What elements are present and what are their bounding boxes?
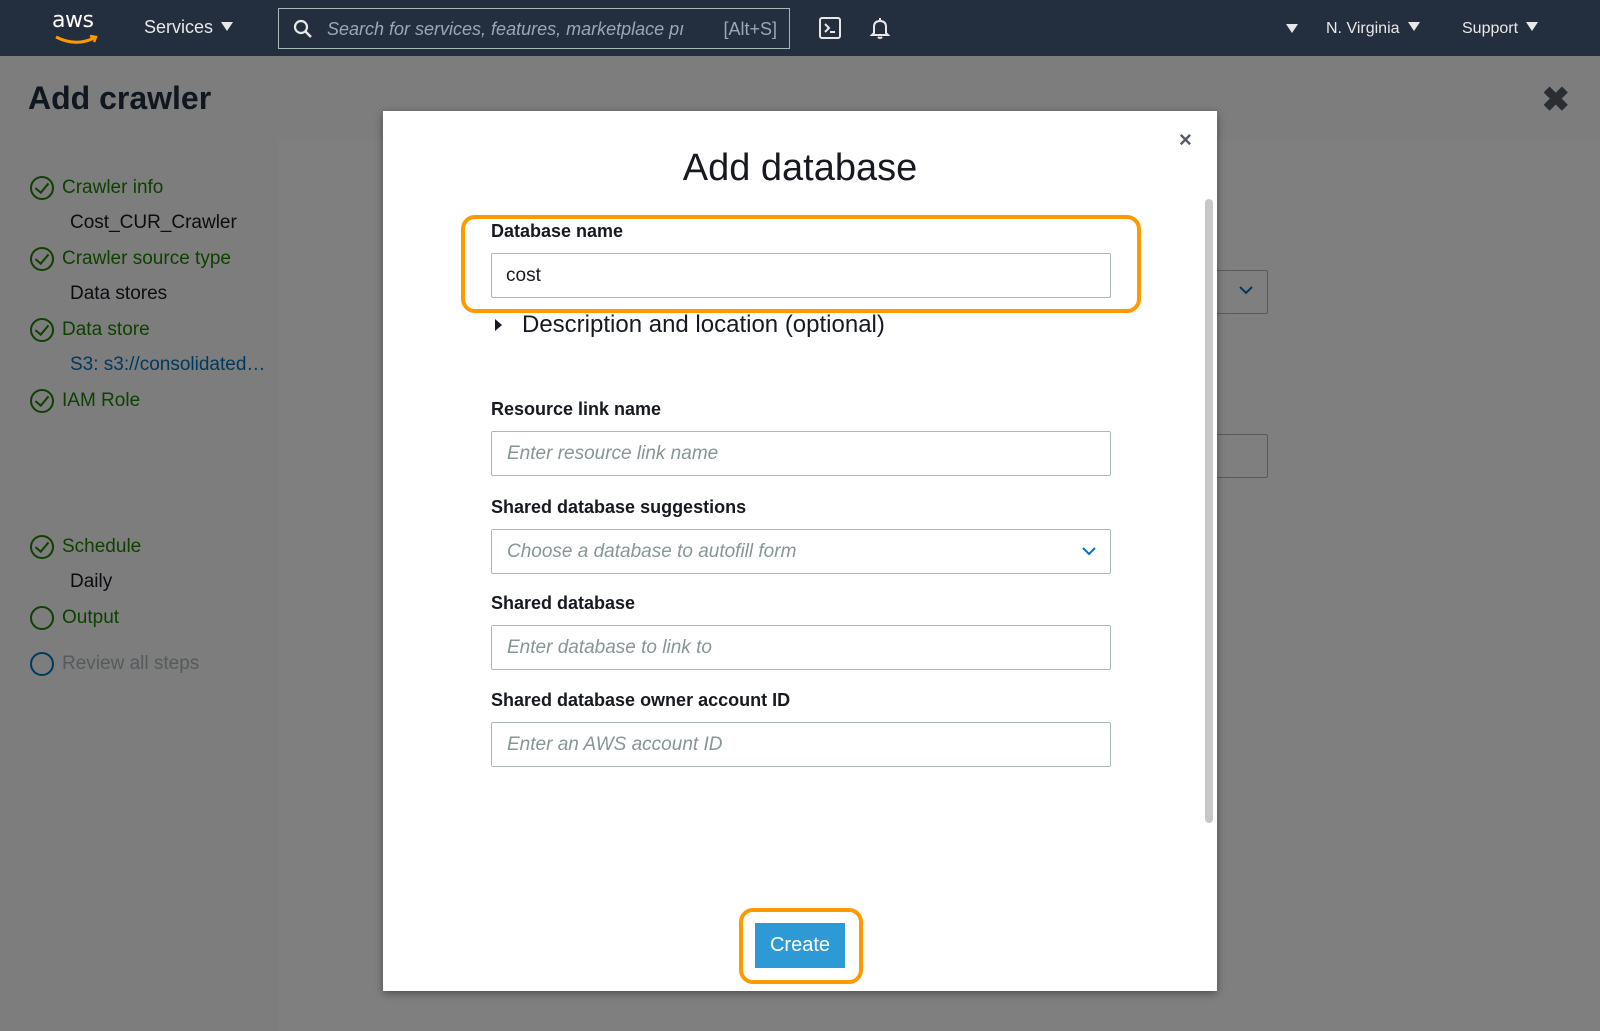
resource-link-label: Resource link name: [491, 399, 662, 419]
shared-database-label: Shared database: [491, 593, 636, 613]
description-location-toggle[interactable]: Description and location (optional): [495, 311, 885, 339]
chevron-down-icon: [1526, 22, 1539, 31]
account-menu-chevron-icon[interactable]: [1286, 24, 1298, 33]
modal-title: Add database: [682, 147, 918, 189]
shared-database-field[interactable]: Enter database to link to: [491, 625, 1111, 670]
chevron-down-icon: [221, 22, 234, 31]
services-menu[interactable]: Services: [144, 17, 234, 38]
support-label: Support: [1462, 20, 1519, 37]
chevron-down-icon: [1407, 22, 1420, 31]
aws-logo[interactable]: aws: [52, 8, 102, 48]
aws-smile-icon: [55, 34, 98, 44]
region-label: N. Virginia: [1326, 20, 1400, 37]
add-database-modal: × Add database Database name cost Descri…: [383, 111, 1217, 991]
search-shortcut-hint: [Alt+S]: [723, 19, 777, 39]
owner-account-placeholder: Enter an AWS account ID: [507, 734, 723, 755]
region-selector[interactable]: N. Virginia: [1326, 20, 1420, 38]
top-navigation-bar: aws Services Search for services, featur…: [0, 0, 1600, 56]
cloudshell-icon[interactable]: [818, 16, 842, 40]
owner-account-field[interactable]: Enter an AWS account ID: [491, 722, 1111, 767]
shared-suggestions-placeholder: Choose a database to autofill form: [507, 541, 797, 562]
database-name-field[interactable]: cost: [491, 253, 1111, 298]
search-placeholder: Search for services, features, marketpla…: [327, 19, 685, 39]
caret-right-icon: [495, 319, 502, 331]
database-name-label: Database name: [491, 221, 624, 241]
shared-database-placeholder: Enter database to link to: [507, 637, 712, 658]
services-label: Services: [144, 17, 214, 37]
resource-link-placeholder: Enter resource link name: [507, 443, 719, 464]
search-icon: [293, 19, 312, 38]
shared-suggestions-label: Shared database suggestions: [491, 497, 747, 517]
search-input[interactable]: Search for services, features, marketpla…: [278, 8, 790, 49]
description-toggle-label: Description and location (optional): [522, 311, 885, 338]
database-name-value: cost: [506, 265, 541, 286]
shared-suggestions-select[interactable]: Choose a database to autofill form: [491, 529, 1111, 574]
owner-account-label: Shared database owner account ID: [491, 690, 791, 710]
aws-logo-text: aws: [52, 8, 94, 33]
bell-icon[interactable]: [868, 16, 892, 40]
modal-scrollbar[interactable]: [1205, 199, 1213, 823]
support-menu[interactable]: Support: [1462, 20, 1539, 38]
resource-link-field[interactable]: Enter resource link name: [491, 431, 1111, 476]
create-button[interactable]: Create: [755, 923, 845, 968]
chevron-down-icon: [1082, 547, 1096, 556]
